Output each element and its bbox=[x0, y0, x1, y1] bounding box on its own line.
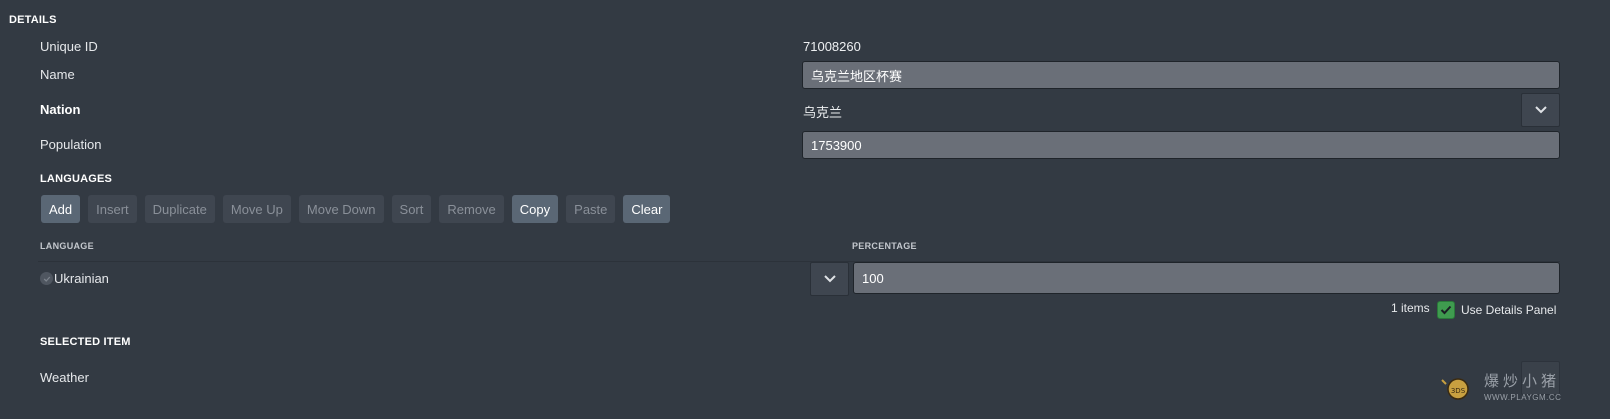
name-field-value: 乌克兰地区杯赛 bbox=[811, 68, 903, 84]
watermark-text: 爆炒小猪 bbox=[1484, 372, 1561, 390]
nation-value: 乌克兰 bbox=[803, 105, 843, 120]
percentage-column-header: PERCENTAGE bbox=[852, 241, 917, 251]
percentage-field[interactable]: 100 bbox=[853, 262, 1560, 294]
use-details-panel-checkbox[interactable] bbox=[1437, 301, 1455, 319]
checkmark-icon bbox=[1440, 305, 1452, 315]
language-cell-value: Ukrainian bbox=[54, 271, 109, 286]
nation-label: Nation bbox=[40, 102, 81, 117]
watermark-url: WWW.PLAYGM.CC bbox=[1484, 393, 1562, 402]
remove-button[interactable]: Remove bbox=[439, 195, 504, 223]
duplicate-button[interactable]: Duplicate bbox=[144, 195, 215, 223]
clear-button[interactable]: Clear bbox=[623, 195, 671, 223]
chevron-down-icon bbox=[823, 275, 836, 283]
mascot-icon: 3DS bbox=[1440, 370, 1474, 404]
name-label: Name bbox=[40, 67, 75, 82]
watermark: 3DS 爆炒小猪 WWW.PLAYGM.CC bbox=[1440, 366, 1562, 406]
name-field[interactable]: 乌克兰地区杯赛 bbox=[802, 61, 1560, 89]
language-column-header: LANGUAGE bbox=[40, 241, 94, 251]
selected-item-section-title: SELECTED ITEM bbox=[40, 336, 131, 348]
use-details-panel-label[interactable]: Use Details Panel bbox=[1461, 303, 1556, 317]
paste-button[interactable]: Paste bbox=[566, 195, 616, 223]
svg-text:3DS: 3DS bbox=[1451, 387, 1466, 395]
population-field[interactable]: 1753900 bbox=[802, 131, 1560, 159]
languages-section-title: LANGUAGES bbox=[40, 173, 113, 185]
percentage-field-value: 100 bbox=[862, 270, 884, 286]
language-dropdown-button[interactable] bbox=[810, 262, 849, 296]
population-label: Population bbox=[40, 137, 102, 152]
move-down-button[interactable]: Move Down bbox=[298, 195, 384, 223]
items-count: 1 items bbox=[1391, 301, 1430, 315]
insert-button[interactable]: Insert bbox=[88, 195, 137, 223]
add-button[interactable]: Add bbox=[41, 195, 81, 223]
languages-toolbar: Add Insert Duplicate Move Up Move Down S… bbox=[41, 195, 671, 223]
unique-id-label: Unique ID bbox=[40, 39, 98, 54]
check-circle-icon bbox=[40, 272, 53, 285]
move-up-button[interactable]: Move Up bbox=[222, 195, 291, 223]
unique-id-value: 71008260 bbox=[803, 39, 861, 54]
chevron-down-icon bbox=[1534, 106, 1547, 114]
nation-dropdown-button[interactable] bbox=[1521, 93, 1560, 127]
population-field-value: 1753900 bbox=[811, 137, 862, 153]
sort-button[interactable]: Sort bbox=[391, 195, 432, 223]
copy-button[interactable]: Copy bbox=[511, 195, 559, 223]
details-section-title: DETAILS bbox=[9, 14, 57, 26]
weather-label: Weather bbox=[40, 370, 89, 385]
